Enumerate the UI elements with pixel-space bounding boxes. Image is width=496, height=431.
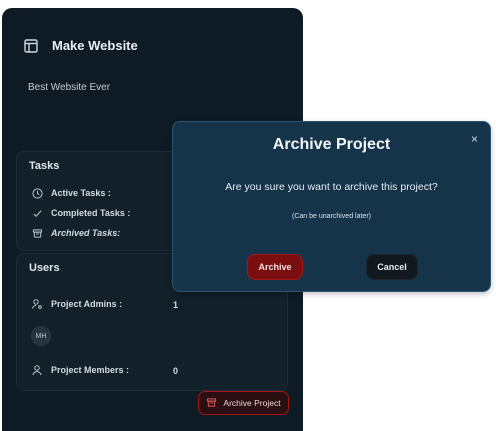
project-description: Best Website Ever [28, 82, 111, 93]
check-icon [31, 207, 43, 219]
archived-tasks-label: Archived Tasks: [51, 228, 121, 238]
close-icon[interactable]: × [471, 132, 478, 146]
active-tasks-row: Active Tasks : [31, 187, 111, 199]
completed-tasks-label: Completed Tasks : [51, 208, 131, 218]
users-title: Users [29, 262, 60, 274]
archive-box-icon [206, 397, 217, 410]
user-icon [31, 364, 43, 376]
cancel-button[interactable]: Cancel [366, 254, 418, 280]
archive-box-icon [31, 227, 43, 239]
layout-icon [24, 38, 38, 53]
project-admins-label: Project Admins : [51, 299, 123, 309]
project-members-row: Project Members : [31, 364, 129, 376]
modal-title: Archive Project [272, 136, 391, 153]
project-members-label: Project Members : [51, 365, 130, 375]
archive-project-button[interactable]: Archive Project [198, 391, 289, 415]
clock-icon [31, 187, 43, 199]
project-title: Make Website [52, 38, 138, 53]
confirm-note: (Can be unarchived later) [292, 213, 371, 220]
completed-tasks-row: Completed Tasks : [31, 207, 130, 219]
user-gear-icon [31, 298, 43, 310]
archived-tasks-row: Archived Tasks: [31, 227, 120, 239]
confirm-question: Are you sure you want to archive this pr… [225, 181, 438, 193]
archive-project-label: Archive Project [223, 398, 281, 408]
avatar[interactable]: MH [31, 326, 51, 346]
project-admins-row: Project Admins : [31, 298, 122, 310]
archive-button[interactable]: Archive [247, 254, 303, 280]
panel-header: Make Website [24, 38, 138, 53]
archive-project-modal: Archive Project × Are you sure you want … [172, 121, 491, 292]
project-members-count: 0 [173, 366, 179, 376]
active-tasks-label: Active Tasks : [51, 188, 111, 198]
tasks-title: Tasks [29, 160, 60, 172]
project-admins-count: 1 [173, 300, 179, 310]
